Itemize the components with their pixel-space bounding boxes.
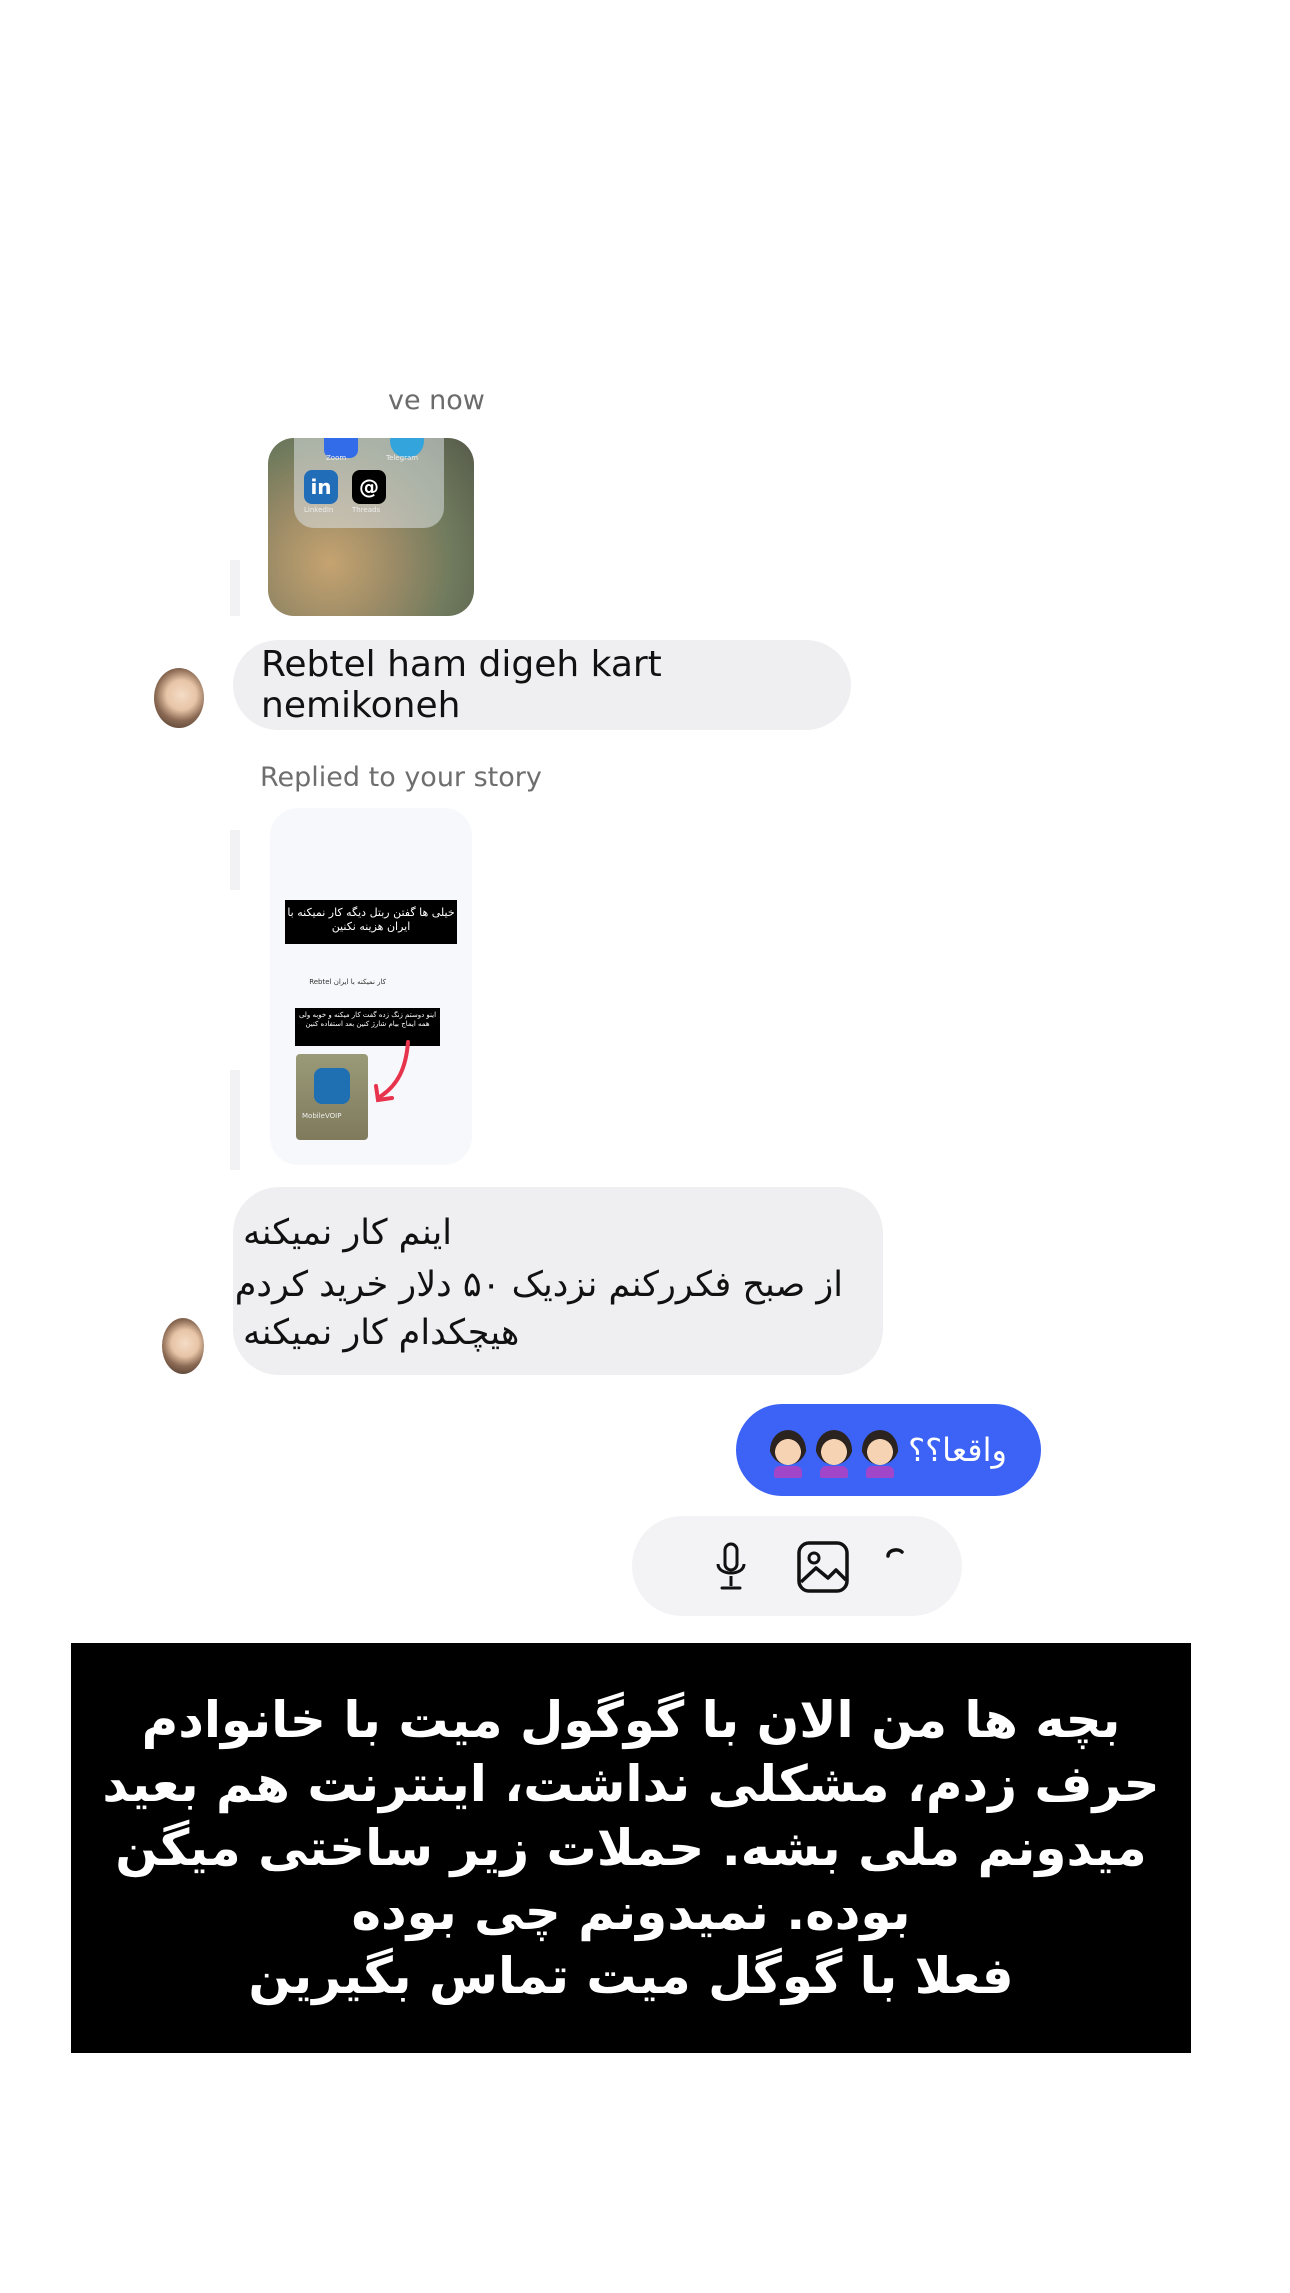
message-text: واقعا؟؟ [908,1431,1007,1469]
chat-username[interactable]: ch_ha [410,335,531,379]
caption-line: بوده. نمیدونم چی بوده [351,1883,911,1941]
caption-line: فعلا با گوگل میت تماس بگیرین [248,1947,1014,2005]
caption-line: حرف زدم، مشکلی نداشت، اینترنت هم بعید [102,1755,1160,1813]
app-label: Telegram [386,454,419,462]
sticker-icon[interactable] [884,1546,914,1586]
message-composer[interactable] [632,1516,962,1616]
outgoing-message[interactable]: واقعا؟؟ [736,1404,1041,1496]
app-label: Threads [352,506,381,514]
sender-avatar[interactable] [162,1318,204,1374]
app-label: LinkedIn [304,506,334,514]
facepalm-emoji-icon [770,1430,807,1478]
story-banner-text: خیلی ها گفتن ربتل دیگه کار نمیکنه با ایر… [285,900,457,944]
incoming-message[interactable]: اینم کار نمیکنه از صبح فکررکنم نزدیک ۵۰ … [233,1187,883,1375]
caption-overlay: بچه ها من الان با گوگول میت با خانوادم ح… [71,1643,1191,2053]
linkedin-icon: in [304,470,338,504]
image-icon[interactable] [796,1540,850,1594]
replied-to-story-label: Replied to your story [260,762,542,793]
story-post-title: کار نمیکنه با ایران Rebtel [309,978,386,986]
sender-avatar[interactable] [154,668,204,728]
app-label: MobileVOIP [302,1112,342,1120]
incoming-message[interactable]: Rebtel ham digeh kart nemikoneh [233,640,851,730]
thread-edge [230,1070,240,1170]
caption-line: میدونم ملی بشه. حملات زیر ساختی میگن [115,1819,1147,1877]
story-preview[interactable]: خیلی ها گفتن ربتل دیگه کار نمیکنه با ایر… [270,808,472,1165]
threads-icon: @ [352,470,386,504]
message-text: Rebtel ham digeh kart nemikoneh [261,644,662,726]
facepalm-emoji-icon [816,1430,853,1478]
arrow-icon [374,1040,410,1103]
apps-folder: Zoom Telegram in LinkedIn @ Threads [294,438,444,528]
thread-edge [230,830,240,890]
shared-image-apps[interactable]: Zoom Telegram in LinkedIn @ Threads [268,438,474,616]
facepalm-emoji-icon [862,1430,899,1478]
message-line: هیچکدام کار نمیکنه [243,1313,520,1353]
message-line: از صبح فکررکنم نزدیک ۵۰ دلار خرید کردم [234,1265,843,1305]
caption-line: بچه ها من الان با گوگول میت با خانوادم [141,1691,1121,1749]
thread-edge [230,560,240,616]
microphone-icon[interactable] [714,1542,748,1592]
active-status: ve now [388,385,485,416]
story-app-image: MobileVOIP [296,1054,368,1140]
mobilevoip-icon [314,1068,350,1104]
message-line: اینم کار نمیکنه [243,1213,452,1253]
app-label: Zoom [326,454,347,462]
chat-header: ch_ha ve now [380,325,780,440]
